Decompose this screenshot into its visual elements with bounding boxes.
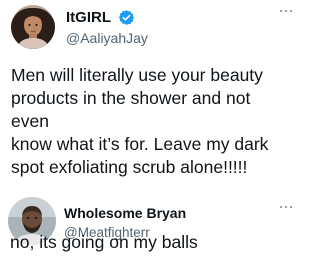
display-name[interactable]: Wholesome Bryan xyxy=(64,204,186,222)
avatar[interactable] xyxy=(11,5,55,49)
tweet-screenshot: ItGIRL @AaliyahJay Men will literally us… xyxy=(0,0,300,256)
profile-photo-woman-icon xyxy=(11,5,55,49)
reply-tweet[interactable]: Wholesome Bryan @Meatfighterr no, its go… xyxy=(0,197,300,256)
more-icon[interactable] xyxy=(279,8,293,14)
tweet-text: no, its going on my balls xyxy=(10,232,198,252)
main-tweet[interactable]: ItGIRL @AaliyahJay Men will literally us… xyxy=(0,0,300,197)
tweet-text: Men will literally use your beauty produ… xyxy=(11,65,269,177)
display-name[interactable]: ItGIRL xyxy=(66,9,111,27)
verified-badge-icon xyxy=(118,10,135,25)
handle[interactable]: @AaliyahJay xyxy=(66,30,148,47)
more-icon[interactable] xyxy=(279,204,293,210)
